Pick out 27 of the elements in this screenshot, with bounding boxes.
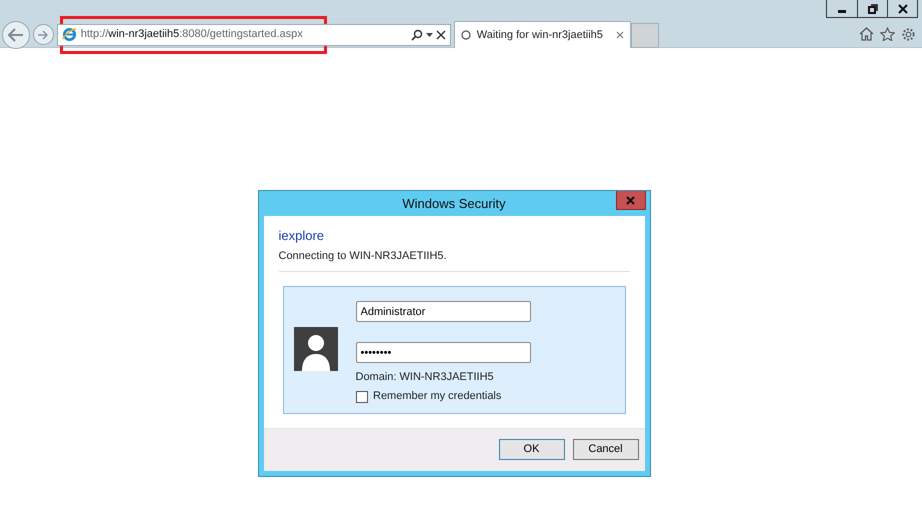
remember-checkbox[interactable] bbox=[356, 390, 368, 402]
search-icon[interactable] bbox=[411, 28, 424, 40]
close-icon bbox=[626, 196, 635, 204]
close-icon bbox=[898, 4, 908, 14]
username-field[interactable]: Administrator bbox=[356, 301, 530, 322]
restore-icon bbox=[868, 4, 878, 14]
home-icon[interactable] bbox=[859, 27, 874, 41]
password-field[interactable]: •••••••• bbox=[356, 342, 530, 363]
app-name: iexplore bbox=[278, 227, 326, 245]
url-text: http://win-nr3jaetiih5:8080/gettingstarted.aspx bbox=[80, 27, 303, 42]
dialog-title: Windows Security bbox=[402, 194, 506, 213]
settings-icon[interactable] bbox=[901, 27, 916, 42]
star-icon[interactable] bbox=[880, 27, 895, 41]
browser-logo-icon bbox=[62, 27, 77, 42]
forward-arrow-icon bbox=[37, 30, 50, 40]
dropdown-caret-icon[interactable] bbox=[426, 32, 433, 36]
browser-tab[interactable]: Waiting for win-nr3jaetiih5 bbox=[454, 21, 631, 48]
cancel-button[interactable]: Cancel bbox=[572, 438, 638, 460]
back-arrow-icon bbox=[7, 28, 25, 42]
domain-text: Domain: WIN-NR3JAETIIH5 bbox=[356, 370, 495, 385]
connection-message: Connecting to WIN-NR3JAETIIH5. bbox=[278, 248, 448, 264]
ok-button[interactable]: OK bbox=[498, 438, 564, 460]
remember-label: Remember my credentials bbox=[373, 389, 502, 404]
back-button[interactable] bbox=[2, 20, 30, 48]
address-bar[interactable]: http://win-nr3jaetiih5:8080/gettingstarted.aspx bbox=[56, 24, 451, 46]
close-icon[interactable] bbox=[436, 30, 446, 40]
minimize-icon bbox=[838, 10, 846, 13]
